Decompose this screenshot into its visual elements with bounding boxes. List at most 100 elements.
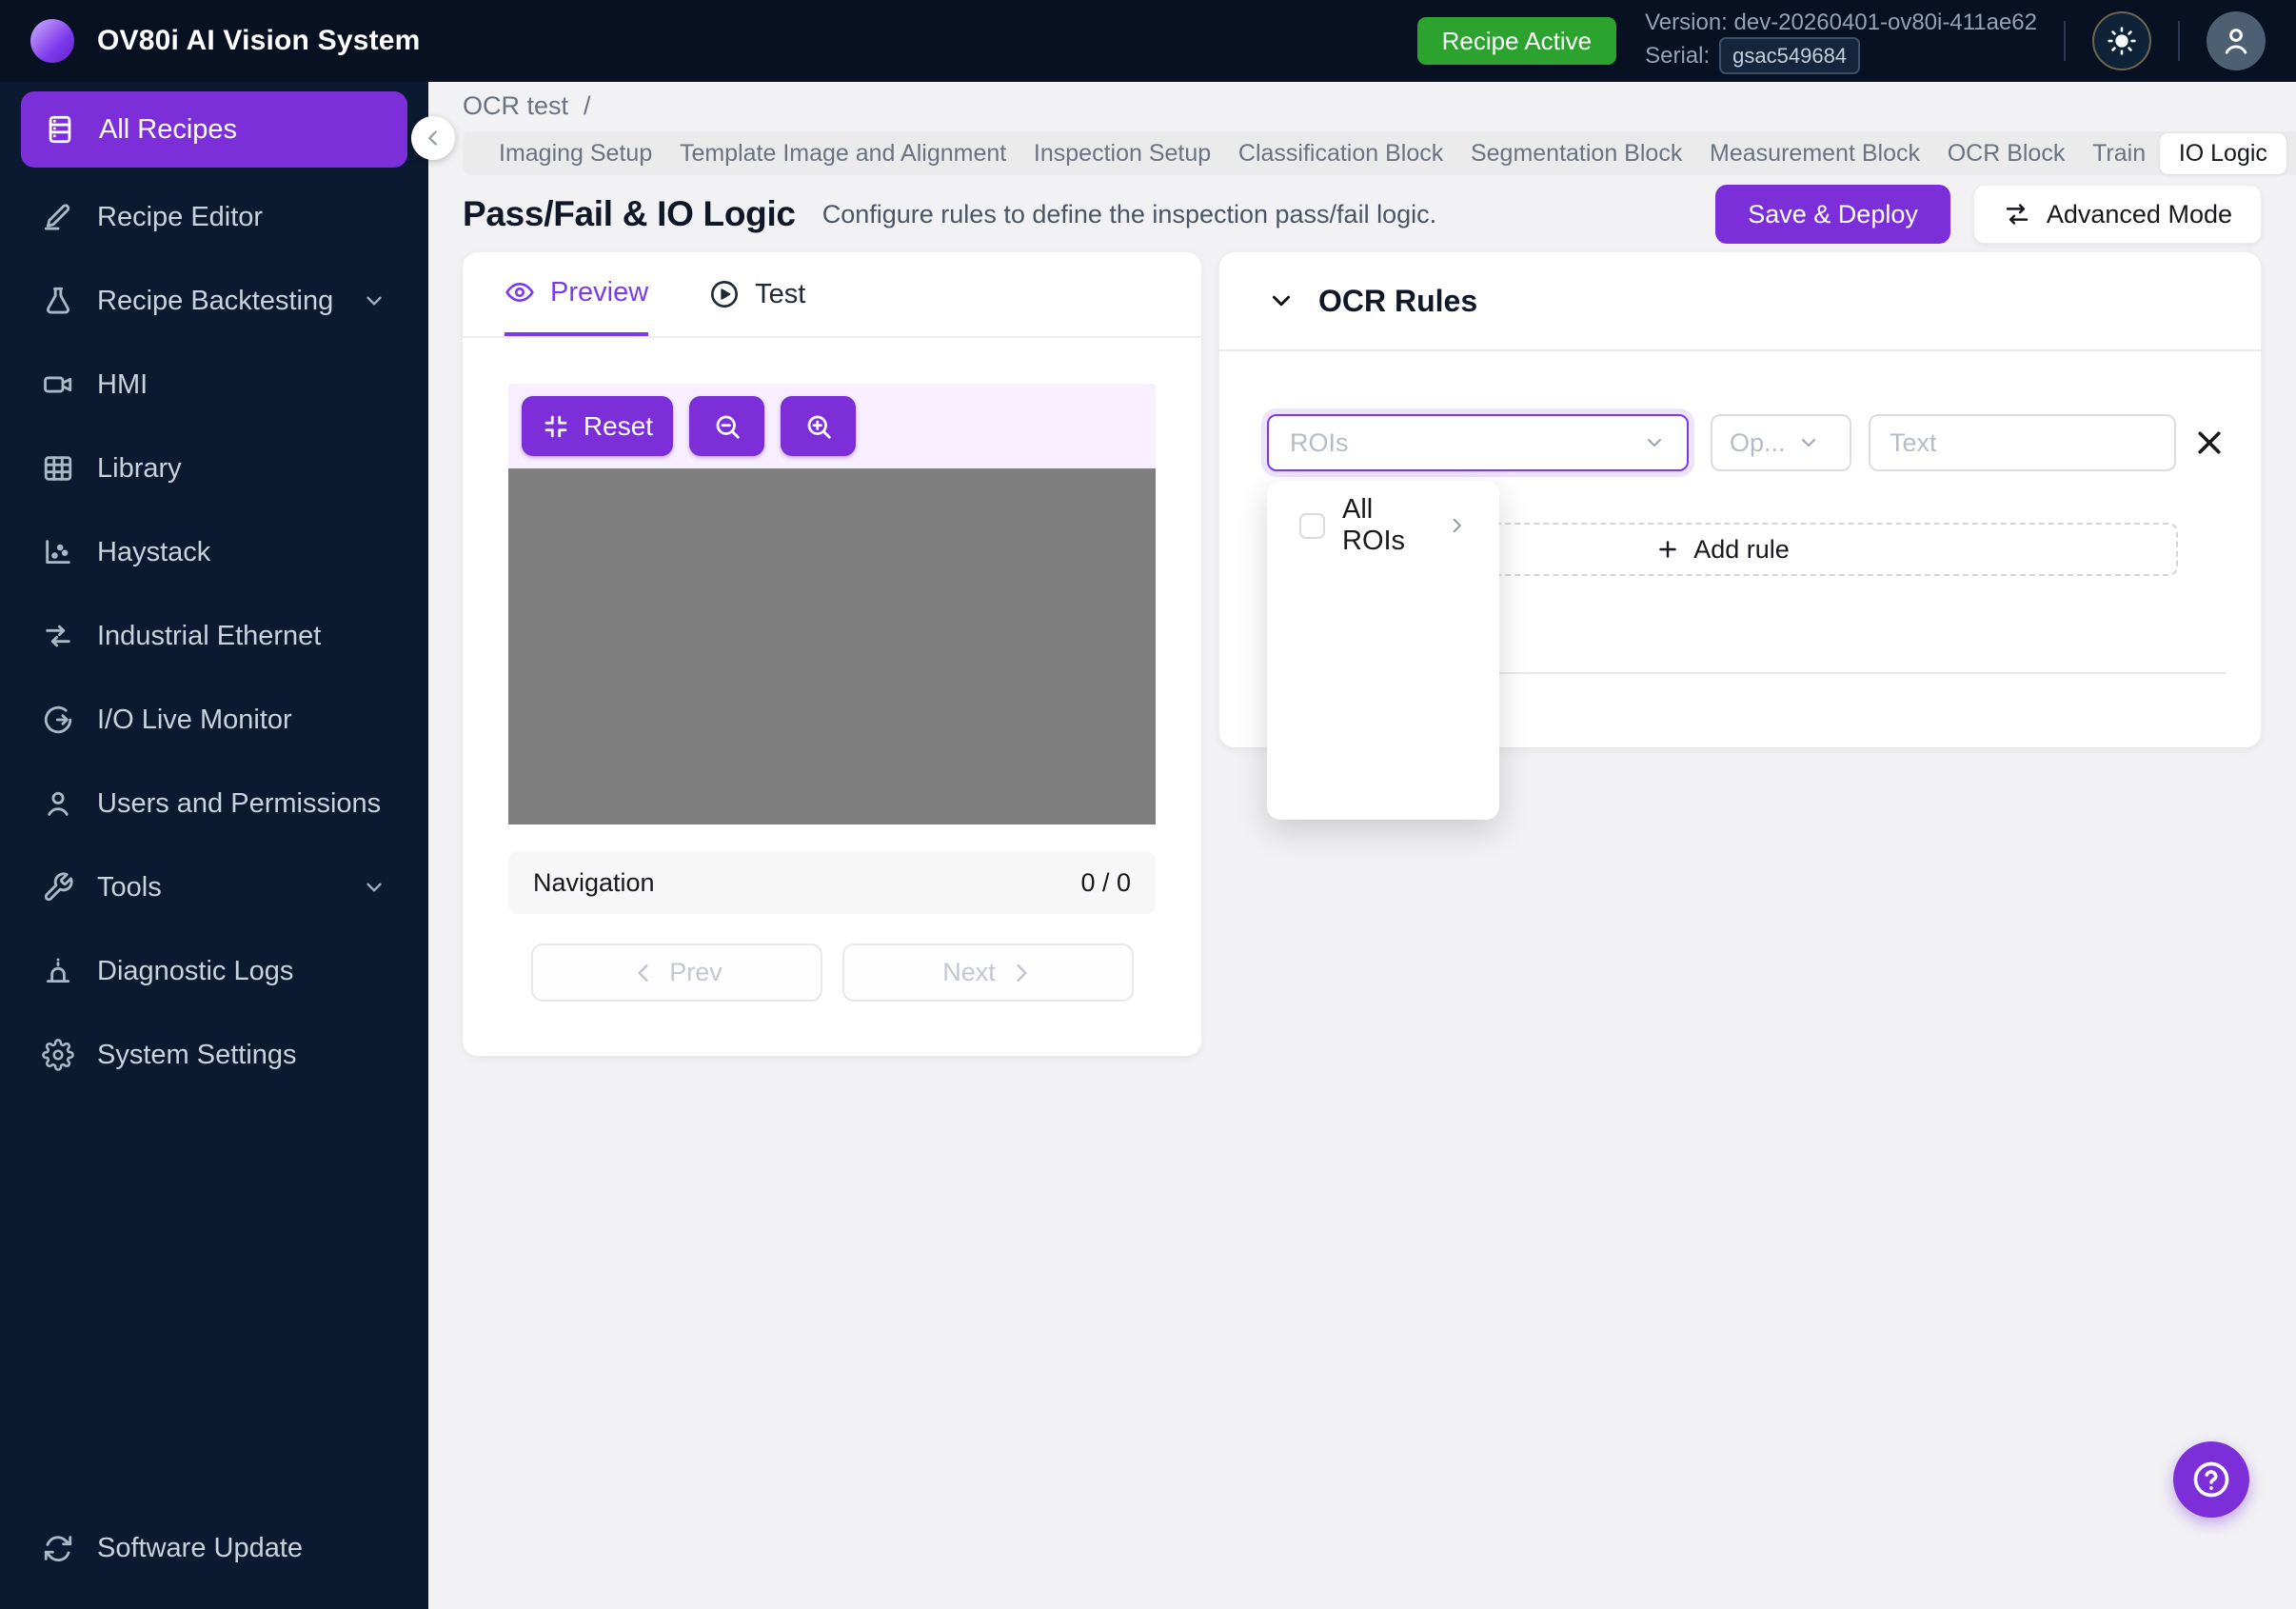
sidebar-item-label: Diagnostic Logs [97, 955, 294, 986]
sidebar-item-label: Users and Permissions [97, 787, 382, 819]
next-label: Next [942, 958, 996, 986]
alarm-light-icon [42, 955, 74, 987]
sidebar-item-label: Industrial Ethernet [97, 620, 322, 651]
tab-imaging-setup[interactable]: Imaging Setup [485, 133, 665, 174]
sun-icon [2107, 26, 2137, 56]
sidebar-collapse-button[interactable] [411, 116, 455, 160]
breadcrumb-recipe-name[interactable]: OCR test [463, 91, 568, 121]
reset-view-button[interactable]: Reset [522, 396, 673, 456]
advanced-mode-label: Advanced Mode [2046, 199, 2232, 228]
preview-test-tabs: Preview Test [463, 252, 1201, 338]
dropdown-option-all-rois[interactable]: All ROIs [1267, 494, 1499, 556]
rois-placeholder: ROIs [1290, 427, 1349, 457]
main-content: OCR test / Imaging Setup Template Image … [428, 82, 2296, 1609]
tab-test[interactable]: Test [709, 252, 805, 336]
tab-preview-label: Preview [550, 276, 649, 308]
version-info: Version: dev-20260401-ov80i-411ae62 Seri… [1645, 8, 2037, 74]
sidebar-item-hmi[interactable]: HMI [0, 343, 428, 427]
preview-toolbar: Reset [508, 384, 1156, 468]
chevron-down-icon [1643, 431, 1666, 454]
sidebar-item-system-settings[interactable]: System Settings [0, 1013, 428, 1097]
tab-ocr-block[interactable]: OCR Block [1934, 133, 2079, 174]
chevron-down-icon[interactable] [1267, 287, 1296, 315]
page-header: Pass/Fail & IO Logic Configure rules to … [463, 183, 2262, 246]
eye-icon [505, 277, 535, 308]
header-divider [2064, 21, 2066, 61]
sidebar-item-label: Software Update [97, 1532, 304, 1563]
preview-card: Preview Test Reset Navigation 0 / 0 Prev… [463, 252, 1201, 1056]
sidebar-item-label: Tools [97, 871, 162, 903]
prev-label: Prev [669, 958, 722, 986]
user-icon [42, 787, 74, 820]
sidebar-item-haystack[interactable]: Haystack [0, 510, 428, 594]
sidebar-item-label: Recipe Editor [97, 201, 264, 232]
operator-select[interactable]: Op... [1711, 414, 1851, 471]
tab-io-logic[interactable]: IO Logic [2159, 132, 2286, 174]
sidebar-item-all-recipes[interactable]: All Recipes [21, 91, 407, 168]
user-avatar-button[interactable] [2207, 11, 2266, 70]
block-tab-bar: Imaging Setup Template Image and Alignme… [463, 131, 2296, 175]
help-button[interactable] [2173, 1441, 2249, 1518]
question-circle-icon [2190, 1459, 2232, 1500]
theme-toggle-button[interactable] [2092, 11, 2151, 70]
zoom-in-button[interactable] [781, 396, 856, 456]
preview-image-canvas[interactable] [508, 468, 1156, 824]
tab-segmentation-block[interactable]: Segmentation Block [1457, 133, 1695, 174]
app-logo-icon [30, 19, 74, 63]
all-rois-checkbox[interactable] [1299, 512, 1325, 539]
navigation-counter: 0 / 0 [1080, 867, 1131, 897]
zoom-out-button[interactable] [689, 396, 764, 456]
breadcrumb: OCR test / [463, 91, 591, 121]
recipe-active-badge: Recipe Active [1416, 17, 1617, 65]
tab-classification-block[interactable]: Classification Block [1225, 133, 1456, 174]
sidebar: All Recipes Recipe Editor Recipe Backtes… [0, 82, 428, 1609]
reset-label: Reset [583, 410, 654, 441]
header-divider [2178, 21, 2180, 61]
navigation-label: Navigation [533, 867, 655, 897]
delete-rule-button[interactable] [2192, 426, 2227, 460]
collapse-icon [542, 412, 570, 441]
sidebar-item-recipe-backtesting[interactable]: Recipe Backtesting [0, 259, 428, 343]
swap-horizontal-icon [2003, 200, 2031, 228]
gear-icon [42, 1039, 74, 1071]
circular-arrow-icon [42, 704, 74, 736]
rois-select[interactable]: ROIs [1267, 414, 1689, 471]
version-text: Version: dev-20260401-ov80i-411ae62 [1645, 10, 2037, 35]
sidebar-item-io-live-monitor[interactable]: I/O Live Monitor [0, 678, 428, 762]
sidebar-item-library[interactable]: Library [0, 427, 428, 510]
top-header: OV80i AI Vision System Recipe Active Ver… [0, 0, 2296, 82]
next-button[interactable]: Next [842, 944, 1134, 1002]
sidebar-item-label: Library [97, 452, 182, 484]
plus-icon [1655, 537, 1680, 562]
rule-text-input[interactable] [1869, 414, 2176, 471]
sidebar-item-recipe-editor[interactable]: Recipe Editor [0, 175, 428, 259]
navigation-bar: Navigation 0 / 0 [508, 851, 1156, 914]
sidebar-item-industrial-ethernet[interactable]: Industrial Ethernet [0, 594, 428, 678]
sidebar-item-tools[interactable]: Tools [0, 845, 428, 929]
tab-measurement-block[interactable]: Measurement Block [1696, 133, 1933, 174]
tab-inspection-setup[interactable]: Inspection Setup [1020, 133, 1224, 174]
serial-value: gsac549684 [1719, 37, 1861, 74]
advanced-mode-button[interactable]: Advanced Mode [1972, 185, 2262, 244]
page-subtitle: Configure rules to define the inspection… [821, 199, 1437, 228]
chevron-down-icon [362, 288, 386, 313]
app-title: OV80i AI Vision System [97, 25, 421, 56]
user-icon [2219, 24, 2253, 58]
prev-button[interactable]: Prev [531, 944, 822, 1002]
sidebar-item-label: HMI [97, 368, 148, 400]
tab-preview[interactable]: Preview [505, 252, 649, 336]
tab-template-image-alignment[interactable]: Template Image and Alignment [666, 133, 1019, 174]
serial-label: Serial: [1645, 43, 1711, 69]
sidebar-item-diagnostic-logs[interactable]: Diagnostic Logs [0, 929, 428, 1013]
tab-train[interactable]: Train [2079, 133, 2159, 174]
sync-icon [42, 1532, 74, 1564]
rois-dropdown-panel: All ROIs [1267, 481, 1499, 820]
ocr-rules-title: OCR Rules [1318, 283, 1478, 318]
ocr-rules-header: OCR Rules [1219, 252, 2261, 351]
sidebar-item-software-update[interactable]: Software Update [0, 1506, 428, 1590]
pencil-icon [42, 201, 74, 233]
zoom-out-icon [713, 412, 742, 441]
save-deploy-button[interactable]: Save & Deploy [1715, 185, 1950, 244]
recipes-icon [44, 113, 76, 146]
sidebar-item-users-permissions[interactable]: Users and Permissions [0, 762, 428, 845]
